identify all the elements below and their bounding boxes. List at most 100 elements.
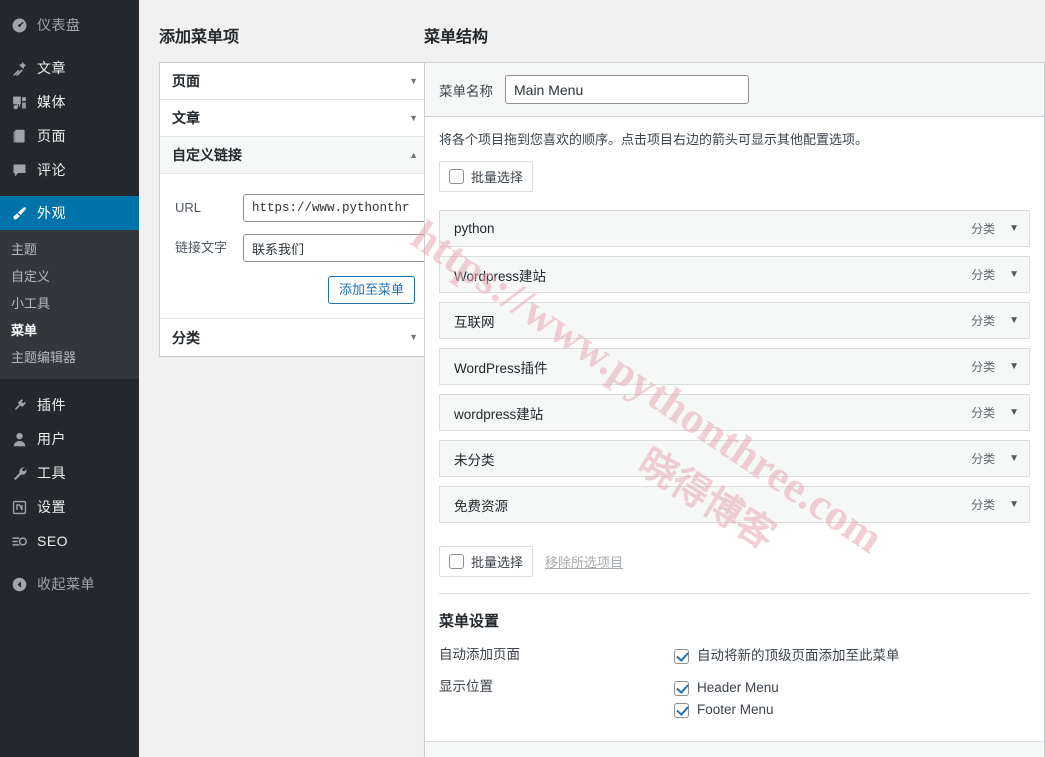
menu-name-label: 菜单名称 [439,83,493,99]
menu-item-meta: 分类 ▼ [971,312,1019,329]
location-header-menu-checkbox[interactable] [674,680,689,696]
auto-add-pages-checkbox[interactable] [674,648,689,664]
auto-add-pages-checkbox-label: 自动将新的顶级页面添加至此菜单 [697,648,900,663]
menu-item-row[interactable]: wordpress建站 分类 ▼ [439,394,1030,431]
accordion-header-pages[interactable]: 页面 ▼ [160,63,430,100]
submenu-item-widgets[interactable]: 小工具 [0,290,139,317]
menu-item-row[interactable]: Wordpress建站 分类 ▼ [439,256,1030,293]
link-text-input[interactable] [243,234,437,262]
chevron-down-icon[interactable]: ▼ [1009,269,1019,280]
menu-settings-section: 菜单设置 自动添加页面 自动将新的顶级页面添加至此菜单 显示位置 Header … [439,594,1030,741]
menu-item-title: 互联网 [454,314,495,330]
menu-item-row[interactable]: WordPress插件 分类 ▼ [439,348,1030,385]
main-content: 添加菜单项 页面 ▼ 文章 ▼ 自定义链接 ▲ URL https://www.… [139,0,1045,757]
menu-item-row[interactable]: python 分类 ▼ [439,210,1030,247]
menu-item-title: WordPress插件 [454,360,548,376]
collapse-icon [9,574,29,594]
chevron-down-icon[interactable]: ▼ [1009,223,1019,234]
sidebar-item-seo[interactable]: SEO [0,524,139,558]
bulk-select-top-button[interactable]: 批量选择 [439,161,534,192]
sidebar-item-label: 插件 [37,397,66,413]
appearance-submenu: 主题 自定义 小工具 菜单 主题编辑器 [0,230,139,379]
sidebar-item-tools[interactable]: 工具 [0,456,139,490]
sidebar-divider [0,187,139,196]
accordion-header-categories[interactable]: 分类 ▼ [160,319,430,356]
sidebar-item-appearance[interactable]: 外观 [0,196,147,230]
pages-icon [9,126,29,146]
chevron-down-icon[interactable]: ▼ [1009,361,1019,372]
bulk-select-bottom-label: 批量选择 [471,555,524,570]
menu-item-title: python [454,221,495,236]
url-label: URL [175,200,202,215]
remove-selected-link[interactable]: 移除所选项目 [545,552,623,571]
bulk-select-top-checkbox[interactable] [449,169,464,184]
sidebar-item-label: 页面 [37,128,66,144]
sidebar-item-users[interactable]: 用户 [0,422,139,456]
chevron-down-icon[interactable]: ▼ [1009,499,1019,510]
chevron-down-icon[interactable]: ▼ [409,76,418,86]
chevron-down-icon[interactable]: ▼ [409,113,418,123]
url-input[interactable] [243,194,428,222]
submenu-item-themes[interactable]: 主题 [0,236,139,263]
menu-item-type: 分类 [971,268,996,282]
url-field-row: URL [175,194,428,222]
chevron-down-icon[interactable]: ▼ [1009,407,1019,418]
brush-icon [9,203,29,223]
menu-item-type: 分类 [971,314,996,328]
submenu-item-customize[interactable]: 自定义 [0,263,139,290]
sidebar-item-plugins[interactable]: 插件 [0,388,139,422]
sidebar-item-label: 文章 [37,60,66,76]
menu-structure-body: 将各个项目拖到您喜欢的顺序。点击项目右边的箭头可显示其他配置选项。 批量选择 p… [425,117,1044,741]
sidebar-item-label: SEO [37,533,69,549]
custom-link-form: URL 链接文字 添加至菜单 [160,174,437,319]
sidebar-divider [0,42,139,51]
bulk-select-bottom-button[interactable]: 批量选择 [439,546,534,577]
admin-sidebar: 仪表盘 文章 媒体 页面 评论 外观 主题 自定义 小工具 菜单 主题编辑器 插… [0,0,147,757]
sidebar-item-settings[interactable]: 设置 [0,490,139,524]
auto-add-pages-value: 自动将新的顶级页面添加至此菜单 [674,645,900,667]
link-text-label: 链接文字 [175,240,228,255]
display-location-row: 显示位置 Header Menu Footer Menu [439,673,1030,727]
sidebar-item-pages[interactable]: 页面 [0,119,139,153]
menu-item-row[interactable]: 互联网 分类 ▼ [439,302,1030,339]
chevron-down-icon[interactable]: ▼ [1009,315,1019,326]
add-to-menu-row: 添加至菜单 [175,274,415,304]
sidebar-item-posts[interactable]: 文章 [0,51,139,85]
menu-name-input[interactable] [505,75,749,104]
chevron-down-icon[interactable]: ▼ [1009,453,1019,464]
add-items-accordion: 页面 ▼ 文章 ▼ 自定义链接 ▲ URL 链 [159,62,437,357]
submenu-item-menus[interactable]: 菜单 [0,317,139,344]
location-footer-menu-checkbox[interactable] [674,702,689,718]
menu-item-row[interactable]: 免费资源 分类 ▼ [439,486,1030,523]
menu-item-title: 免费资源 [454,498,508,514]
menu-item-meta: 分类 ▼ [971,404,1019,421]
chevron-up-icon[interactable]: ▲ [409,150,418,160]
location-footer-menu-line[interactable]: Footer Menu [674,699,779,721]
menu-panel-footer: 删除菜单 [425,741,1044,757]
location-footer-menu-label: Footer Menu [697,702,774,717]
sidebar-item-dashboard[interactable]: 仪表盘 [0,8,139,42]
bulk-actions-bottom: 批量选择 移除所选项目 [439,534,1030,593]
sidebar-item-comments[interactable]: 评论 [0,153,139,187]
menu-item-row[interactable]: 未分类 分类 ▼ [439,440,1030,477]
wrench-icon [9,463,29,483]
submenu-item-theme-editor[interactable]: 主题编辑器 [0,344,139,371]
chevron-down-icon[interactable]: ▼ [409,333,418,342]
auto-add-pages-label: 自动添加页面 [439,647,520,662]
bulk-select-bottom-checkbox[interactable] [449,554,464,569]
sidebar-item-collapse-menu[interactable]: 收起菜单 [0,567,139,601]
drag-hint-text: 将各个项目拖到您喜欢的顺序。点击项目右边的箭头可显示其他配置选项。 [439,132,869,147]
sidebar-item-media[interactable]: 媒体 [0,85,139,119]
sidebar-divider [0,558,139,567]
sidebar-item-label: 收起菜单 [37,576,95,592]
menu-structure-title: 菜单结构 [424,29,489,46]
add-to-menu-button[interactable]: 添加至菜单 [327,276,415,304]
accordion-header-custom-links[interactable]: 自定义链接 ▲ [160,137,430,174]
accordion-header-posts[interactable]: 文章 ▼ [160,100,430,137]
auto-add-pages-checkbox-line[interactable]: 自动将新的顶级页面添加至此菜单 [674,645,900,667]
add-menu-items-column: 添加菜单项 页面 ▼ 文章 ▼ 自定义链接 ▲ URL https://www.… [159,0,437,357]
sidebar-item-label: 用户 [37,431,66,447]
link-text-field-row: 链接文字 [175,234,437,262]
seo-icon [9,531,29,551]
location-header-menu-line[interactable]: Header Menu [674,677,779,699]
